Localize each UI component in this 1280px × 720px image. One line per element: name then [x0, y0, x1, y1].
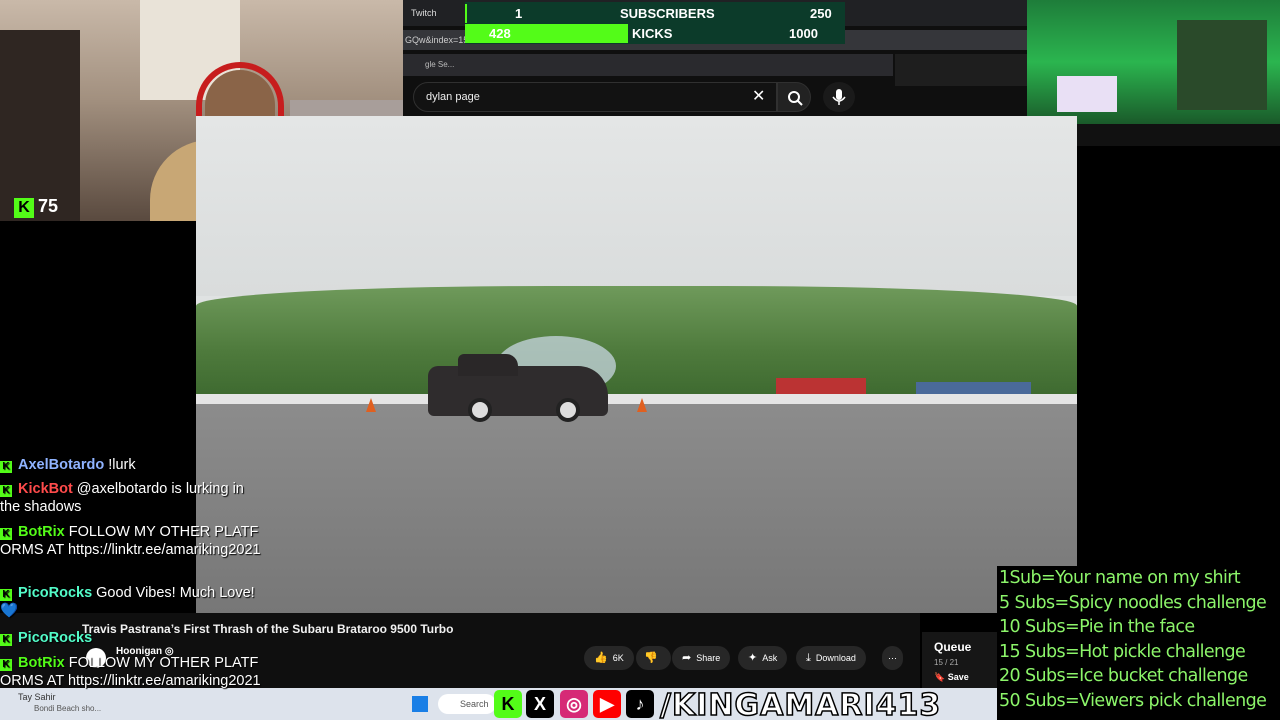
video-player[interactable] [196, 116, 1077, 613]
kick-badge-icon: K [0, 634, 12, 646]
queue-save-button[interactable]: 🔖 Save [934, 672, 969, 683]
chat-message: K PicoRocks [0, 629, 262, 647]
chat-username: BotRix [18, 655, 65, 671]
viewer-count: K 75 [14, 196, 58, 218]
sub-goal-item: 15 Subs=Hot pickle challenge [999, 642, 1246, 662]
kick-badge-icon: K [0, 485, 12, 497]
kick-badge-icon: K [0, 659, 12, 671]
chat-message: K PicoRocks Good Vibes! Much Love! 💙 [0, 584, 262, 620]
drift-car [428, 354, 608, 422]
sub-goals-panel: 1Sub=Your name on my shirt 5 Subs=Spicy … [997, 566, 1280, 720]
car-wheel [468, 398, 492, 422]
room-camera [1027, 0, 1280, 124]
search-button[interactable] [777, 82, 811, 112]
search-icon [788, 91, 803, 106]
clear-search-icon[interactable]: ✕ [752, 89, 765, 105]
video-building [916, 382, 1031, 394]
kick-badge-icon: K [0, 461, 12, 473]
share-icon: ➦ [682, 652, 692, 664]
subscribers-current: 1 [515, 6, 523, 21]
monitor [1057, 76, 1117, 112]
video-building [776, 378, 866, 394]
chat-username: AxelBotardo [18, 457, 105, 473]
video-tarmac [196, 404, 1077, 613]
windows-start-icon[interactable] [412, 696, 428, 712]
sub-goal-item: 10 Subs=Pie in the face [999, 617, 1195, 637]
traffic-cone [366, 398, 376, 412]
chat-message: K BotRix FOLLOW MY OTHER PLATFORMS AT http… [0, 523, 262, 559]
chat-message: K AxelBotardo !lurk [0, 456, 262, 474]
sub-goal-item: 50 Subs=Viewers pick challenge [999, 691, 1267, 711]
goal-overlay: 1 SUBSCRIBERS 250 428 KICKS 1000 [465, 2, 845, 44]
queue-save-label: Save [947, 672, 969, 682]
tiktok-icon: ♪ [626, 690, 654, 718]
ask-label: Ask [762, 653, 778, 663]
queue-panel[interactable]: Queue 15 / 21 🔖 Save [922, 632, 998, 690]
voice-search-button[interactable] [823, 82, 855, 112]
kick-logo-icon: K [14, 198, 34, 218]
sub-goal-item: 20 Subs=Ice bucket challenge [999, 666, 1248, 686]
subscribers-label: SUBSCRIBERS [620, 6, 715, 21]
chat-username: KickBot [18, 481, 73, 497]
sparkle-icon: ✦ [748, 652, 758, 664]
kicks-label: KICKS [632, 26, 673, 41]
download-icon: ⤓ [806, 652, 811, 664]
bookmark-icon: 🔖 [934, 672, 948, 682]
sub-goal-item: 1Sub=Your name on my shirt [999, 568, 1241, 588]
subscribers-target: 250 [810, 6, 832, 21]
chat-message: K BotRix FOLLOW MY OTHER PLATFORMS AT http… [0, 654, 262, 690]
viewer-count-value: 75 [38, 196, 59, 216]
queue-title: Queue [934, 640, 972, 654]
traffic-cone [637, 398, 647, 412]
toolbar-area [895, 54, 1027, 86]
kick-badge-icon: K [0, 589, 12, 601]
video-sky [196, 116, 1077, 296]
social-overlay: K X ◎ ▶ ♪ /KINGAMARI413 [494, 687, 941, 720]
youtube-icon: ▶ [593, 690, 621, 718]
social-handle: /KINGAMARI413 [659, 687, 942, 720]
ask-button[interactable]: ✦ Ask [738, 646, 788, 670]
kick-badge-icon: K [0, 528, 12, 540]
chat-username: PicoRocks [18, 585, 93, 601]
car-cab [458, 354, 518, 376]
download-button[interactable]: ⤓ Download [796, 646, 866, 670]
kick-icon: K [494, 690, 522, 718]
thumbs-down-icon: 👎 [644, 652, 658, 664]
kicks-target: 1000 [789, 26, 818, 41]
queue-count: 15 / 21 [934, 658, 959, 667]
share-label: Share [696, 653, 721, 663]
download-label: Download [815, 653, 856, 663]
chat-text: !lurk [108, 457, 136, 473]
kicks-current: 428 [489, 26, 511, 41]
more-icon: ⋯ [888, 653, 897, 663]
thumbs-up-icon: 👍 [594, 652, 608, 664]
chat-username: PicoRocks [18, 630, 93, 646]
stream-screen: Twitch × + GQw&index=15 gle Se... dylan … [0, 0, 1280, 720]
dislike-button[interactable]: 👎 [636, 646, 671, 670]
dresser [0, 30, 80, 221]
chat-message: K KickBot @axelbotardo is lurking in the s… [0, 480, 262, 516]
car-wheel [556, 398, 580, 422]
search-input[interactable]: dylan page [426, 91, 480, 103]
subscribers-goal: 1 SUBSCRIBERS 250 [465, 4, 845, 23]
kicks-goal: 428 KICKS 1000 [465, 24, 845, 43]
subscribers-progress-bar [465, 4, 467, 23]
sub-goal-item: 5 Subs=Spicy noodles challenge [999, 593, 1267, 613]
x-icon: X [526, 690, 554, 718]
more-actions-button[interactable]: ⋯ [882, 646, 903, 670]
like-count: 6K [612, 653, 624, 663]
share-button[interactable]: ➦ Share [672, 646, 731, 670]
instagram-icon: ◎ [560, 690, 588, 718]
video-treeline [196, 286, 1077, 396]
chat-overlay: K AxelBotardo !lurk K KickBot @axelbotardo i… [0, 456, 270, 716]
taskbar-search[interactable]: Search [438, 694, 496, 714]
chat-username: BotRix [18, 524, 65, 540]
like-button[interactable]: 👍 6K [584, 646, 634, 670]
shelf [1177, 20, 1267, 110]
bookmarks-bar[interactable]: gle Se... [403, 54, 893, 76]
microphone-icon [832, 89, 846, 105]
youtube-search-box[interactable]: dylan page ✕ [413, 82, 777, 112]
